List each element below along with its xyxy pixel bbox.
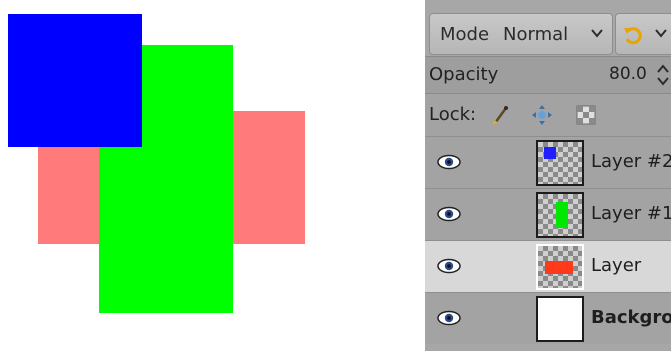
layer-row-layer-1[interactable]: Layer #1 xyxy=(425,188,671,240)
opacity-control[interactable]: Opacity 80.0 xyxy=(425,56,671,94)
lock-label: Lock: xyxy=(429,104,477,125)
layer-name[interactable]: Layer xyxy=(591,255,641,276)
undo-icon xyxy=(624,27,642,45)
mode-label: Mode xyxy=(440,23,490,45)
thumbnail-content xyxy=(544,147,556,159)
layers-toolbar: Mode Normal xyxy=(425,10,671,56)
lock-alpha-icon[interactable] xyxy=(575,104,597,126)
layer-name[interactable]: Layer #1 xyxy=(591,203,671,224)
mode-value: Normal xyxy=(503,23,569,45)
blue-square xyxy=(8,14,142,147)
thumbnail-content xyxy=(556,202,568,228)
spinner-icon[interactable] xyxy=(655,61,671,89)
layer-row-layer-2[interactable]: Layer #2 xyxy=(425,136,671,188)
layers-list: Layer #2 Layer #1 Layer Backgro xyxy=(425,136,671,351)
mode-dropdown[interactable]: Mode Normal xyxy=(429,13,613,55)
layer-thumbnail xyxy=(536,296,584,342)
layer-row-layer[interactable]: Layer xyxy=(425,240,671,292)
reset-mode-button[interactable] xyxy=(615,13,671,55)
eye-icon[interactable] xyxy=(437,310,461,326)
chevron-down-icon xyxy=(591,29,603,38)
eye-icon[interactable] xyxy=(437,154,461,170)
thumbnail-content xyxy=(545,261,573,274)
layers-panel: Mode Normal Opacity 80.0 Lock: Layer #2 … xyxy=(425,0,671,351)
layer-thumbnail xyxy=(536,192,584,238)
lock-row: Lock: xyxy=(425,94,671,136)
image-canvas[interactable] xyxy=(0,0,420,351)
layer-name[interactable]: Layer #2 xyxy=(591,151,671,172)
layer-thumbnail xyxy=(536,244,584,290)
eye-icon[interactable] xyxy=(437,206,461,222)
layer-thumbnail xyxy=(536,140,584,186)
lock-position-icon[interactable] xyxy=(531,104,553,126)
opacity-label: Opacity xyxy=(429,64,499,85)
opacity-value[interactable]: 80.0 xyxy=(609,64,647,84)
layer-row-background[interactable]: Background xyxy=(425,292,671,344)
eye-icon[interactable] xyxy=(437,258,461,274)
lock-pixels-icon[interactable] xyxy=(489,104,511,126)
chevron-down-icon xyxy=(655,29,667,38)
layer-name[interactable]: Background xyxy=(591,307,671,328)
